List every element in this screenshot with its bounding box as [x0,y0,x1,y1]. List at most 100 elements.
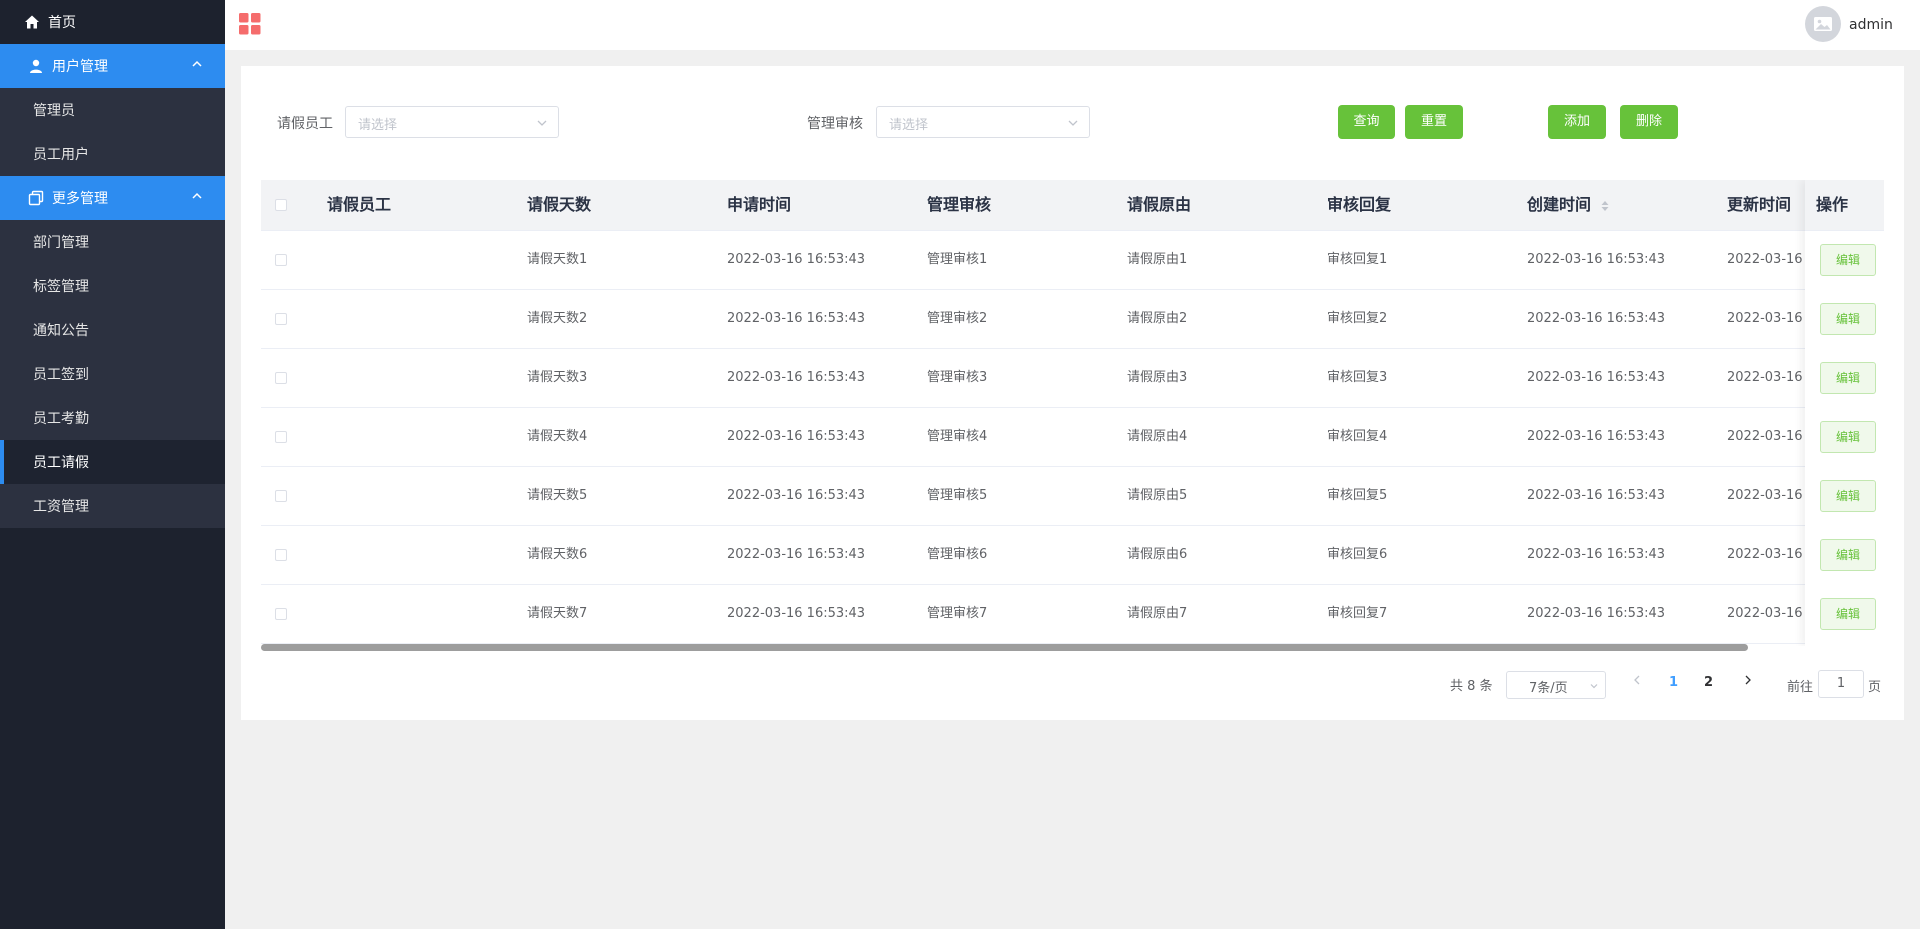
grid-menu-icon[interactable] [239,13,261,39]
page-1-button[interactable]: 1 [1669,675,1678,690]
row-checkbox[interactable] [275,431,287,443]
cell-reason: 请假原由3 [1127,370,1188,385]
add-button[interactable]: 添加 [1548,105,1606,139]
cell-reply: 审核回复2 [1327,311,1388,326]
cell-reply: 审核回复4 [1327,429,1388,444]
cell-days: 请假天数3 [527,370,588,385]
cell-created: 2022-03-16 16:53:43 [1527,488,1666,503]
column-header-reply: 审核回复 [1327,195,1392,214]
prev-page-button[interactable] [1632,674,1642,690]
table-row: 请假天数6 2022-03-16 16:53:43 管理审核6 请假原由6 审核… [261,526,1884,585]
edit-button[interactable]: 编辑 [1820,303,1876,335]
nav-group-user-management[interactable]: 用户管理 [0,44,225,88]
cell-reply: 审核回复5 [1327,488,1388,503]
sidebar-item-leave[interactable]: 员工请假 [0,440,225,484]
topbar: admin [225,0,1920,50]
sidebar-item-label: 标签管理 [33,279,89,295]
action-column: 操作 编辑 编辑 编辑 编辑 编辑 编辑 编辑 [1805,180,1884,646]
chevron-down-icon [1590,684,1598,689]
cell-days: 请假天数7 [527,606,588,621]
cell-days: 请假天数5 [527,488,588,503]
cell-apply-time: 2022-03-16 16:53:43 [727,488,866,503]
cell-apply-time: 2022-03-16 16:53:43 [727,252,866,267]
review-select[interactable]: 请选择 [876,106,1090,138]
cell-reply: 审核回复7 [1327,606,1388,621]
edit-button[interactable]: 编辑 [1820,598,1876,630]
row-checkbox[interactable] [275,372,287,384]
row-checkbox[interactable] [275,313,287,325]
chevron-left-icon [1634,675,1640,685]
edit-button[interactable]: 编辑 [1820,539,1876,571]
edit-button[interactable]: 编辑 [1820,244,1876,276]
chevron-up-icon [191,190,203,206]
sidebar-item-checkin[interactable]: 员工签到 [0,352,225,396]
sidebar-item-salary[interactable]: 工资管理 [0,484,225,528]
table-header: 请假员工 请假天数 申请时间 管理审核 请假原由 审核回复 创建时间 更新时间 [261,180,1884,231]
edit-button[interactable]: 编辑 [1820,421,1876,453]
sidebar-item-admin[interactable]: 管理员 [0,88,225,132]
row-checkbox[interactable] [275,490,287,502]
cell-created: 2022-03-16 16:53:43 [1527,547,1666,562]
table-row: 请假天数4 2022-03-16 16:53:43 管理审核4 请假原由4 审核… [261,408,1884,467]
page-2-button[interactable]: 2 [1704,675,1713,690]
sort-icon[interactable] [1600,199,1610,213]
chevron-up-icon [191,58,203,74]
sidebar-item-label: 员工考勤 [33,411,89,427]
sidebar-item-label: 部门管理 [33,235,89,251]
sidebar-item-attendance[interactable]: 员工考勤 [0,396,225,440]
user-icon [28,58,44,74]
sidebar-item-department[interactable]: 部门管理 [0,220,225,264]
sidebar-item-label: 工资管理 [33,499,89,515]
edit-button[interactable]: 编辑 [1820,362,1876,394]
column-header-review: 管理审核 [927,195,992,214]
select-placeholder: 请选择 [889,118,929,133]
row-checkbox[interactable] [275,549,287,561]
goto-prefix: 前往 [1787,680,1814,695]
image-icon [1814,17,1832,31]
column-header-label: 创建时间 [1527,195,1592,214]
cell-review: 管理审核2 [927,311,988,326]
reset-button[interactable]: 重置 [1405,105,1463,139]
nav-group-more-management[interactable]: 更多管理 [0,176,225,220]
page-size-select[interactable]: 7条/页 [1506,671,1606,699]
nav-group-label: 更多管理 [52,191,108,207]
nav-group-label: 用户管理 [52,59,108,75]
column-header-created[interactable]: 创建时间 [1527,180,1610,230]
edit-button[interactable]: 编辑 [1820,480,1876,512]
cell-days: 请假天数6 [527,547,588,562]
row-checkbox[interactable] [275,608,287,620]
select-all-checkbox[interactable] [275,199,287,211]
home-icon [24,14,40,30]
delete-button[interactable]: 删除 [1620,105,1678,139]
table-row: 请假天数7 2022-03-16 16:53:43 管理审核7 请假原由7 审核… [261,585,1884,644]
select-placeholder: 请选择 [358,118,398,133]
cell-created: 2022-03-16 16:53:43 [1527,370,1666,385]
cell-reason: 请假原由2 [1127,311,1188,326]
cell-apply-time: 2022-03-16 16:53:43 [727,606,866,621]
sidebar-item-tags[interactable]: 标签管理 [0,264,225,308]
cell-review: 管理审核6 [927,547,988,562]
employee-select[interactable]: 请选择 [345,106,559,138]
horizontal-scrollbar[interactable] [261,644,1748,651]
row-checkbox[interactable] [275,254,287,266]
next-page-button[interactable] [1743,674,1753,690]
nav-home[interactable]: 首页 [0,0,225,44]
cell-review: 管理审核7 [927,606,988,621]
sidebar-item-notices[interactable]: 通知公告 [0,308,225,352]
cell-days: 请假天数2 [527,311,588,326]
nav-home-label: 首页 [48,15,76,31]
page-size-value: 7条/页 [1529,681,1568,696]
cell-review: 管理审核1 [927,252,988,267]
sidebar-item-label: 管理员 [33,103,75,119]
query-button[interactable]: 查询 [1338,105,1395,139]
column-header-reason: 请假原由 [1127,195,1192,214]
review-filter-label: 管理审核 [807,116,863,132]
chevron-down-icon [537,120,547,126]
sidebar-item-employee-users[interactable]: 员工用户 [0,132,225,176]
column-header-updated: 更新时间 [1727,195,1792,214]
action-column-header: 操作 [1805,180,1884,231]
user-name[interactable]: admin [1849,17,1893,33]
goto-page-input[interactable]: 1 [1818,670,1864,698]
cell-review: 管理审核5 [927,488,988,503]
avatar[interactable] [1805,6,1841,42]
